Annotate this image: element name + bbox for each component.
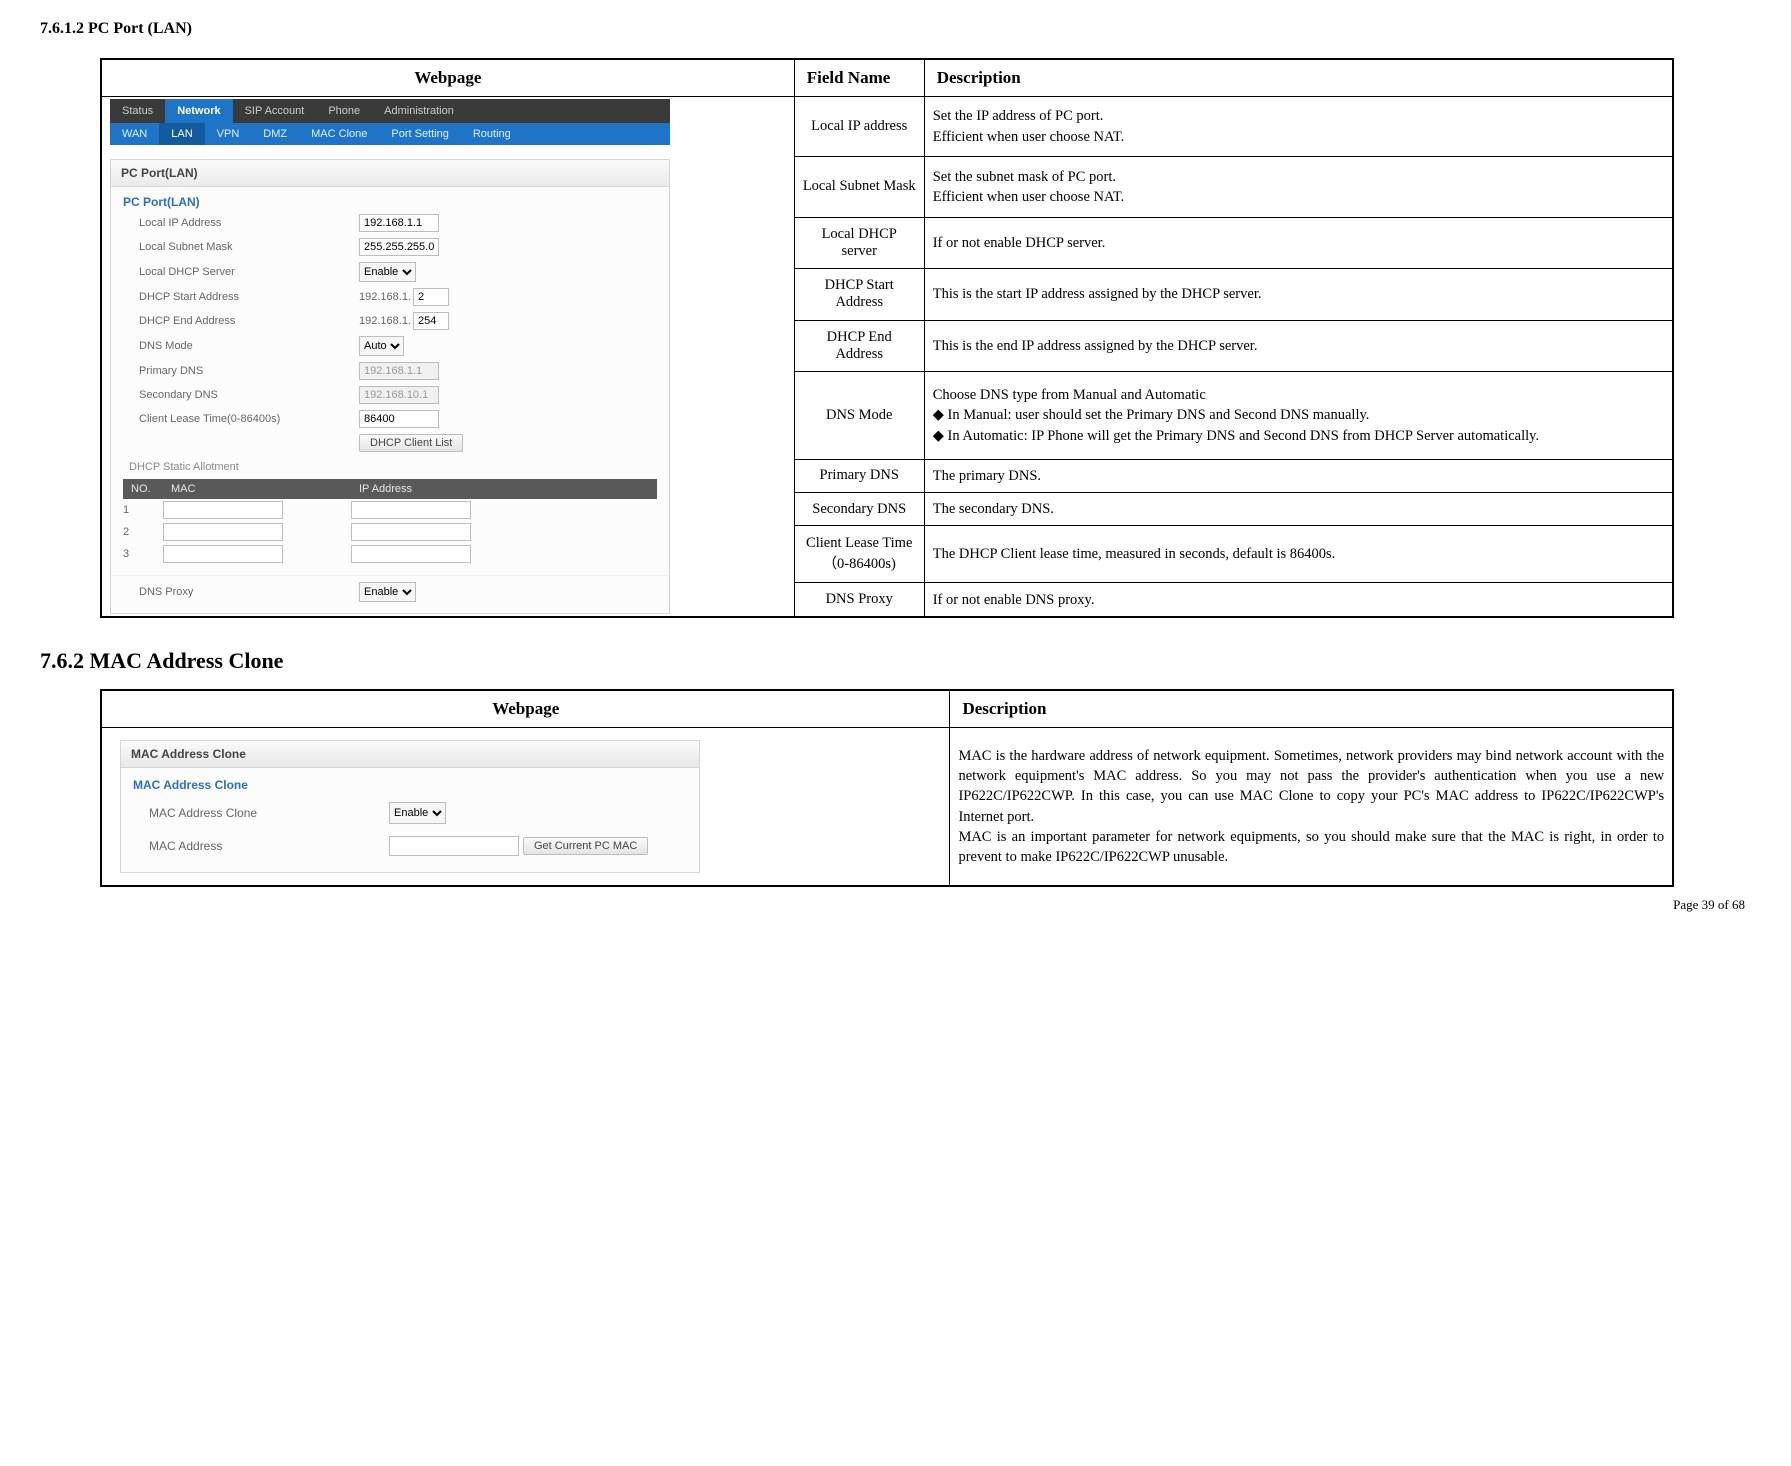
allot-mac-3[interactable] [163,545,283,563]
field-5: DNS Mode [794,372,924,459]
subtab-lan[interactable]: LAN [159,123,204,145]
allot-ip-2[interactable] [351,523,471,541]
tab-network[interactable]: Network [165,99,232,123]
select-dns-mode[interactable]: Auto [359,336,404,356]
screenshot-cell-1: Status Network SIP Account Phone Adminis… [101,97,794,618]
allot-head: NO. MAC IP Address [123,479,657,499]
field-2: Local DHCP server [794,217,924,269]
input-lease[interactable] [359,410,439,428]
lbl-sec-dns: Secondary DNS [139,389,359,401]
desc-4: This is the end IP address assigned by t… [924,320,1673,372]
section-title-2: 7.6.2 MAC Address Clone [40,648,1751,674]
field-4: DHCP End Address [794,320,924,372]
field-7: Secondary DNS [794,492,924,525]
allot-head-mac: MAC [163,479,351,499]
desc-0: Set the IP address of PC port. Efficient… [924,97,1673,157]
subtab-routing[interactable]: Routing [461,123,523,145]
input-pri-dns[interactable] [359,362,439,380]
dhcp-prefix-1: 192.168.1. [359,291,411,303]
subtab-vpn[interactable]: VPN [205,123,252,145]
th2-webpage: Webpage [101,690,950,728]
lbl-lease: Client Lease Time(0-86400s) [139,413,359,425]
allot-head-no: NO. [123,479,163,499]
lbl-dhcp-start: DHCP Start Address [139,291,359,303]
desc-9: If or not enable DNS proxy. [924,583,1673,617]
mac-clone-table: Webpage Description MAC Address Clone MA… [100,689,1674,887]
lbl-local-ip: Local IP Address [139,217,359,229]
input-subnet[interactable] [359,238,439,256]
desc-6: The primary DNS. [924,459,1673,492]
top-tabs: Status Network SIP Account Phone Adminis… [110,99,670,123]
tab-admin[interactable]: Administration [372,99,466,123]
lbl-clone: MAC Address Clone [149,806,389,820]
allot-mac-2[interactable] [163,523,283,541]
tab-status[interactable]: Status [110,99,165,123]
allot-num-3: 3 [123,548,163,560]
desc-2: If or not enable DHCP server. [924,217,1673,269]
select-dns-proxy[interactable]: Enable [359,582,416,602]
panel-sub: PC Port(LAN) [111,187,669,211]
subtab-port[interactable]: Port Setting [379,123,460,145]
page-footer: Page 39 of 68 [40,897,1751,913]
tab-sip[interactable]: SIP Account [233,99,317,123]
lbl-dhcp-server: Local DHCP Server [139,266,359,278]
allot-mac-1[interactable] [163,501,283,519]
desc-mac: MAC is the hardware address of network e… [950,728,1673,887]
input-mac[interactable] [389,836,519,856]
desc-3: This is the start IP address assigned by… [924,269,1673,321]
input-sec-dns[interactable] [359,386,439,404]
allot-row: 3 [111,543,669,565]
desc-1: Set the subnet mask of PC port. Efficien… [924,157,1673,217]
field-6: Primary DNS [794,459,924,492]
allot-title: DHCP Static Allotment [111,455,669,475]
field-1: Local Subnet Mask [794,157,924,217]
desc-5: Choose DNS type from Manual and Automati… [924,372,1673,459]
lbl-dhcp-end: DHCP End Address [139,315,359,327]
lbl-pri-dns: Primary DNS [139,365,359,377]
dhcp-prefix-2: 192.168.1. [359,315,411,327]
lbl-subnet: Local Subnet Mask [139,241,359,253]
allot-ip-1[interactable] [351,501,471,519]
panel2-sub: MAC Address Clone [121,768,699,796]
subtab-macclone[interactable]: MAC Clone [299,123,379,145]
input-local-ip[interactable] [359,214,439,232]
field-9: DNS Proxy [794,583,924,617]
field-0: Local IP address [794,97,924,157]
field-8: Client Lease Time（0-86400s) [794,526,924,583]
th-desc: Description [924,59,1673,97]
panel-head: PC Port(LAN) [111,160,669,187]
ui-pc-port: Status Network SIP Account Phone Adminis… [110,99,670,614]
subtab-dmz[interactable]: DMZ [251,123,299,145]
select-dhcp-server[interactable]: Enable [359,262,416,282]
btn-get-mac[interactable]: Get Current PC MAC [523,837,648,855]
allot-num-2: 2 [123,526,163,538]
desc-8: The DHCP Client lease time, measured in … [924,526,1673,583]
select-clone[interactable]: Enable [389,802,446,824]
btn-dhcp-client-list[interactable]: DHCP Client List [359,434,463,452]
th-field: Field Name [794,59,924,97]
tab-phone[interactable]: Phone [316,99,372,123]
desc-7: The secondary DNS. [924,492,1673,525]
panel2-head: MAC Address Clone [121,741,699,768]
lbl-mac: MAC Address [149,839,389,853]
allot-head-ip: IP Address [351,479,420,499]
input-dhcp-start[interactable] [413,288,449,306]
field-3: DHCP Start Address [794,269,924,321]
allot-num-1: 1 [123,504,163,516]
pc-port-table: Webpage Field Name Description Status Ne… [100,58,1674,618]
screenshot-cell-2: MAC Address Clone MAC Address Clone MAC … [101,728,950,887]
lbl-dns-mode: DNS Mode [139,340,359,352]
allot-ip-3[interactable] [351,545,471,563]
allot-row: 2 [111,521,669,543]
subtab-wan[interactable]: WAN [110,123,159,145]
sub-tabs: WAN LAN VPN DMZ MAC Clone Port Setting R… [110,123,670,145]
pc-port-panel: PC Port(LAN) PC Port(LAN) Local IP Addre… [110,159,670,614]
th-webpage: Webpage [101,59,794,97]
ui-mac-clone: MAC Address Clone MAC Address Clone MAC … [120,740,700,873]
section-title-1: 7.6.1.2 PC Port (LAN) [40,20,1751,38]
allot-row: 1 [111,499,669,521]
th2-desc: Description [950,690,1673,728]
lbl-dns-proxy: DNS Proxy [139,586,359,598]
input-dhcp-end[interactable] [413,312,449,330]
